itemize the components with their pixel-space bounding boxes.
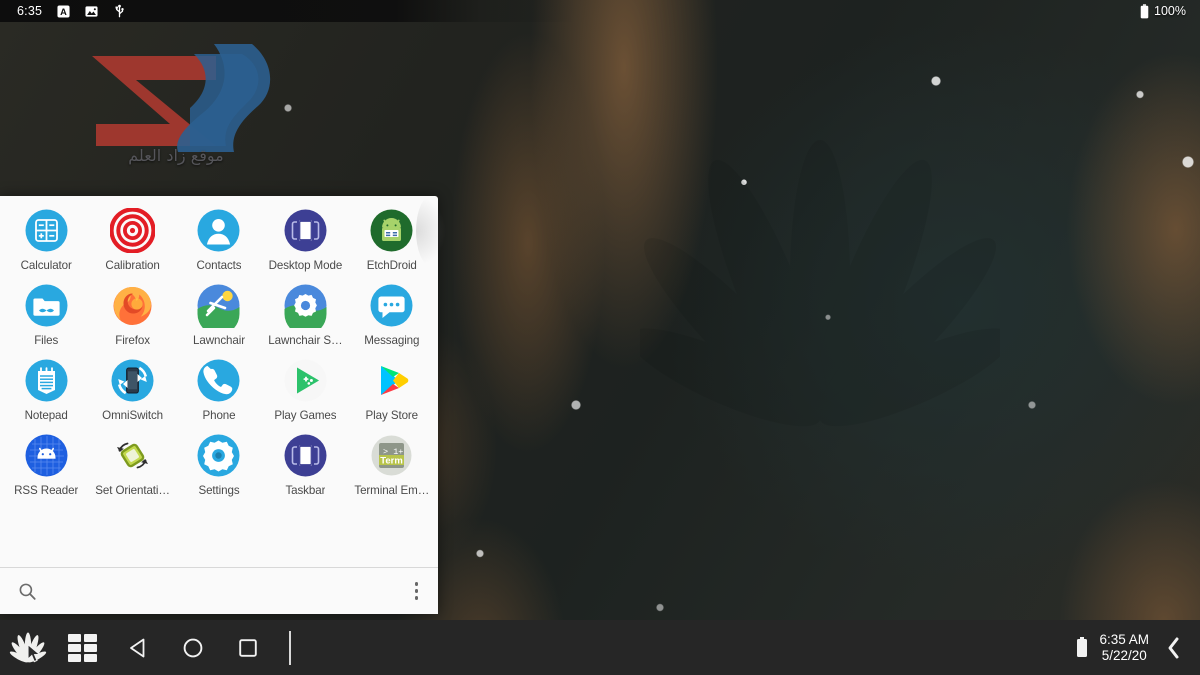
app-item[interactable]: Play Games (262, 356, 348, 431)
app-label: Firefox (115, 334, 150, 347)
app-label: Set Orientati… (95, 484, 170, 497)
contacts-person-icon (196, 208, 241, 253)
svg-text:A: A (60, 7, 67, 17)
terminal-emulator-icon: > 1+Term (369, 433, 414, 478)
calculator-icon (24, 208, 69, 253)
status-bar-clock: 6:35 (17, 4, 42, 18)
status-bar-battery: 100% (1140, 4, 1186, 19)
taskbar-nav-group (0, 620, 291, 675)
app-item[interactable]: Desktop Mode (262, 206, 348, 281)
taskbar-clock[interactable]: 6:35 AM 5/22/20 (1099, 632, 1149, 663)
taskbar-time: 6:35 AM (1099, 632, 1149, 648)
app-item[interactable]: > 1+Term Terminal Em… (349, 431, 435, 506)
app-label: Desktop Mode (269, 259, 343, 272)
omniswitch-icon (110, 358, 155, 403)
mouse-cursor-icon (27, 644, 43, 663)
back-triangle-icon[interactable] (110, 620, 165, 675)
app-label: OmniSwitch (102, 409, 163, 422)
app-label: Contacts (197, 259, 242, 272)
app-label: Calibration (105, 259, 159, 272)
recents-square-icon[interactable] (220, 620, 275, 675)
app-label: Messaging (364, 334, 419, 347)
app-item[interactable]: Set Orientati… (89, 431, 175, 506)
app-item[interactable]: Lawnchair (176, 281, 262, 356)
app-item[interactable]: EtchDroid (349, 206, 435, 281)
lotus-start-icon[interactable] (0, 620, 55, 675)
app-label: Phone (202, 409, 235, 422)
lawnchair-settings-icon (283, 283, 328, 328)
app-label: Terminal Em… (354, 484, 429, 497)
set-orientation-icon (110, 433, 155, 478)
app-item[interactable]: Taskbar (262, 431, 348, 506)
settings-gear-icon (196, 433, 241, 478)
app-drawer-search-bar[interactable] (0, 567, 438, 614)
svg-text:Term: Term (381, 455, 404, 466)
rss-reader-android-icon (24, 433, 69, 478)
usb-icon (113, 4, 126, 18)
app-label: Taskbar (285, 484, 325, 497)
app-item[interactable]: Contacts (176, 206, 262, 281)
phone-handset-icon (196, 358, 241, 403)
app-item[interactable]: Notepad (3, 356, 89, 431)
image-icon (85, 5, 98, 18)
taskbar-system-tray: 6:35 AM 5/22/20 (1076, 620, 1200, 675)
app-item[interactable]: OmniSwitch (89, 356, 175, 431)
app-label: Lawnchair (193, 334, 245, 347)
app-item[interactable]: Phone (176, 356, 262, 431)
etchdroid-icon (369, 208, 414, 253)
taskbar-divider (289, 631, 291, 665)
app-item[interactable]: Calculator (3, 206, 89, 281)
overflow-menu-icon[interactable] (411, 576, 422, 605)
app-label: Notepad (25, 409, 68, 422)
app-item[interactable]: Calibration (89, 206, 175, 281)
status-bar: 6:35 A 100% (0, 0, 1200, 22)
app-label: EtchDroid (367, 259, 417, 272)
messaging-bubble-icon (369, 283, 414, 328)
taskbar: 6:35 AM 5/22/20 (0, 620, 1200, 675)
app-item[interactable]: Files (3, 281, 89, 356)
home-circle-icon[interactable] (165, 620, 220, 675)
lawnchair-icon (196, 283, 241, 328)
app-label: Settings (198, 484, 239, 497)
battery-full-icon (1140, 4, 1149, 19)
app-item[interactable]: Lawnchair S… (262, 281, 348, 356)
calibration-target-icon (110, 208, 155, 253)
desktop-mode-icon (283, 208, 328, 253)
app-label: Calculator (21, 259, 72, 272)
app-item[interactable]: Play Store (349, 356, 435, 431)
screenshot-icon: A (57, 5, 70, 18)
chevron-left-icon[interactable] (1160, 636, 1192, 660)
search-input[interactable] (18, 568, 411, 614)
taskbar-icon (283, 433, 328, 478)
play-games-icon (283, 358, 328, 403)
firefox-icon (110, 283, 155, 328)
app-drawer[interactable]: Calculator Calibration Contacts Desktop Mod… (0, 196, 438, 614)
battery-percentage: 100% (1154, 4, 1186, 18)
app-label: RSS Reader (14, 484, 78, 497)
taskbar-date: 5/22/20 (1102, 648, 1147, 664)
app-label: Files (34, 334, 58, 347)
app-item[interactable]: Messaging (349, 281, 435, 356)
play-store-icon (369, 358, 414, 403)
files-folder-icon (24, 283, 69, 328)
wallpaper-lotus-watermark (640, 130, 1000, 460)
app-label: Lawnchair S… (268, 334, 342, 347)
search-icon (18, 582, 37, 601)
app-label: Play Store (366, 409, 419, 422)
app-item[interactable]: RSS Reader (3, 431, 89, 506)
app-grid: Calculator Calibration Contacts Desktop Mod… (0, 196, 438, 567)
app-item[interactable]: Settings (176, 431, 262, 506)
app-item[interactable]: Firefox (89, 281, 175, 356)
notepad-icon (24, 358, 69, 403)
apps-grid-icon[interactable] (55, 620, 110, 675)
app-label: Play Games (274, 409, 336, 422)
battery-icon[interactable] (1076, 637, 1088, 659)
